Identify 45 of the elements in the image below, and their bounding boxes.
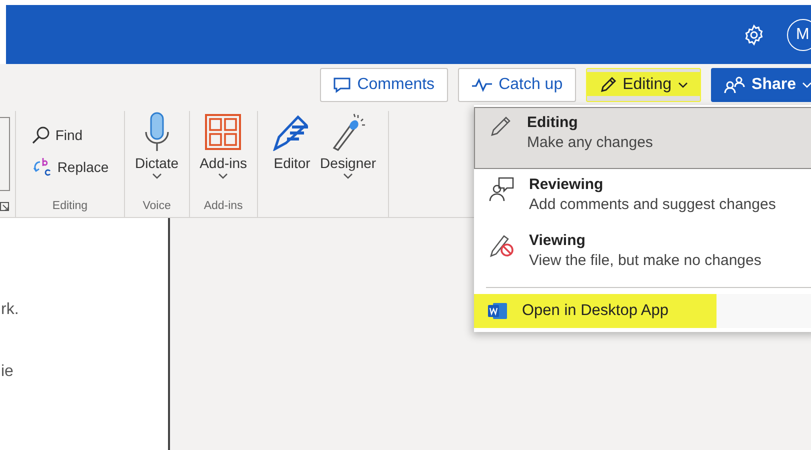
ribbon-button[interactable]: Replace xyxy=(27,155,113,179)
chevron-icon xyxy=(343,173,354,179)
avatar[interactable]: M xyxy=(787,18,811,50)
dialog-launcher-icon[interactable] xyxy=(0,202,9,211)
chevron-icon xyxy=(218,173,228,179)
ribbon-button[interactable]: Dictate xyxy=(133,111,181,200)
microphone-icon xyxy=(142,112,171,152)
comment-icon xyxy=(333,77,352,93)
replace-icon xyxy=(31,157,54,177)
document-text: ie xyxy=(1,362,14,382)
pencil-icon xyxy=(489,114,513,138)
document-text: rk. xyxy=(1,300,20,320)
menu-item[interactable]: Reviewing Add comments and suggest changes xyxy=(474,169,811,225)
ribbon-button[interactable]: Find xyxy=(27,123,113,147)
menu-item-description: Add comments and suggest changes xyxy=(529,196,776,213)
toolbar-button[interactable]: Comments xyxy=(320,68,448,102)
settings-icon[interactable] xyxy=(743,24,765,46)
paintbrush-icon xyxy=(330,113,366,151)
menu-item[interactable]: Open in Desktop App xyxy=(474,294,811,328)
chevron-icon xyxy=(678,82,688,88)
share-button[interactable]: Share xyxy=(710,68,811,102)
group-label: Voice xyxy=(142,200,171,214)
mode-dropdown[interactable]: Editing xyxy=(586,68,701,102)
menu-item-description: View the file, but make no changes xyxy=(529,252,762,269)
pulse-icon xyxy=(470,78,493,92)
toolbar-button[interactable]: Catch up xyxy=(458,68,576,102)
chevron-icon xyxy=(152,173,162,179)
menu-item-title: Editing xyxy=(527,114,579,131)
menu-item-description: Make any changes xyxy=(527,134,653,151)
ribbon-button[interactable]: Add-ins xyxy=(198,111,250,200)
menu-item[interactable]: Viewing View the file, but make no changes xyxy=(474,225,811,281)
group-label: Editing xyxy=(52,200,88,214)
menu-item-title: Reviewing xyxy=(529,176,604,193)
document-app-icon xyxy=(488,302,508,320)
group-label: Add-ins xyxy=(204,200,243,214)
ribbon-button[interactable]: Editor xyxy=(270,111,314,217)
menu-item-title: Viewing xyxy=(529,232,586,249)
grid-icon xyxy=(205,114,242,150)
person-comment-icon xyxy=(489,176,515,202)
search-icon xyxy=(31,125,52,145)
menu-item[interactable]: Editing Make any changes xyxy=(474,107,811,169)
people-icon xyxy=(724,76,746,94)
pencil-icon xyxy=(598,76,617,94)
chevron-icon xyxy=(802,82,811,88)
ribbon-button[interactable]: Designer xyxy=(318,111,378,217)
